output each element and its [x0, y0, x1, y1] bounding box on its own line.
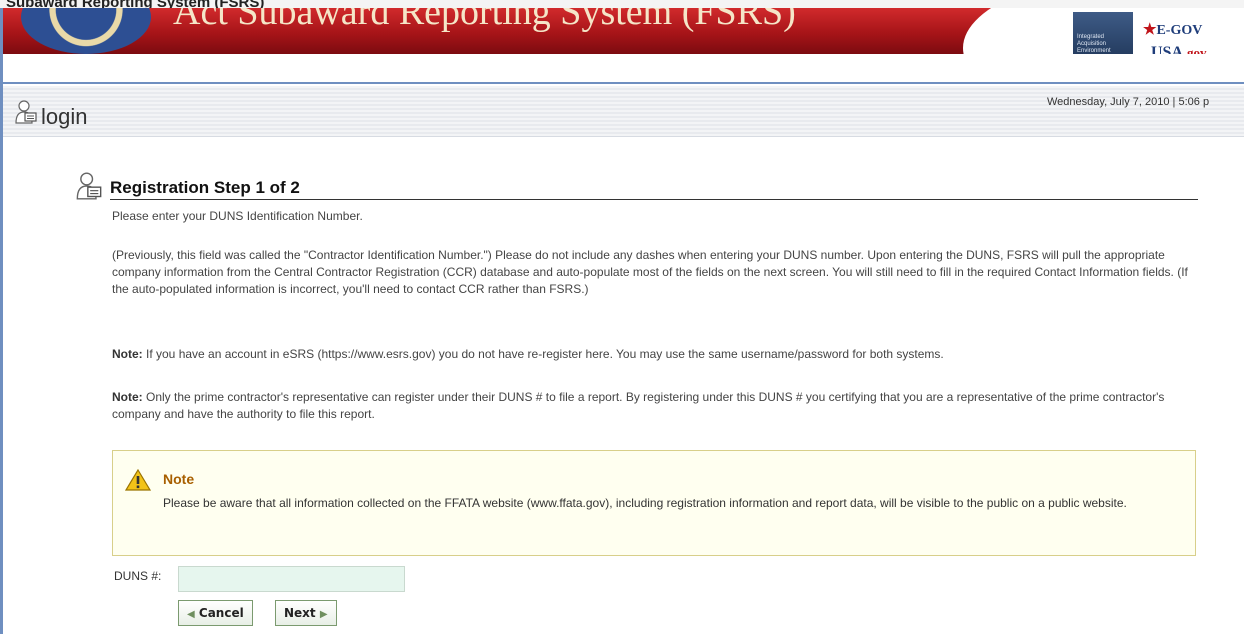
page-title: login — [41, 104, 88, 129]
arrow-right-icon: ▶ — [319, 609, 328, 620]
next-label: Next — [284, 606, 316, 620]
notice-text: Please be aware that all information col… — [163, 496, 1127, 510]
usagov-gov: gov — [1187, 45, 1207, 54]
usagov-main: USA. — [1151, 44, 1188, 54]
next-button[interactable]: Next ▶ — [275, 600, 337, 626]
usagov-logo: USA.gov — [1151, 44, 1207, 54]
iae-logo: Integrated Acquisition Environment — [1073, 12, 1133, 54]
note-prime-text: Only the prime contractor's representati… — [112, 390, 1165, 421]
egov-label: E-GOV — [1156, 23, 1203, 38]
egov-logo: ★E-GOV — [1143, 20, 1202, 39]
date-time: Wednesday, July 7, 2010 | 5:06 p — [1047, 96, 1210, 108]
note-label: Note: — [112, 390, 143, 404]
registration-title: Registration Step 1 of 2 — [110, 178, 300, 197]
warning-icon — [125, 469, 151, 491]
duns-explanation: (Previously, this field was called the "… — [112, 248, 1188, 296]
login-bar: login Wednesday, July 7, 2010 | 5:06 p — [3, 86, 1244, 137]
user-card-icon — [76, 172, 102, 200]
intro-text: Please enter your DUNS Identification Nu… — [112, 209, 363, 223]
public-notice-box: Note Please be aware that all informatio… — [112, 450, 1196, 556]
user-card-icon — [15, 100, 37, 124]
notice-title: Note — [163, 471, 195, 487]
note-esrs-text: If you have an account in eSRS (https://… — [142, 347, 944, 361]
note-prime-contractor: Note: Only the prime contractor's repres… — [112, 389, 1202, 423]
duns-input[interactable] — [178, 566, 405, 592]
cancel-button[interactable]: ◀ Cancel — [178, 600, 253, 626]
title-divider — [110, 199, 1198, 200]
cancel-label: Cancel — [198, 606, 244, 620]
note-esrs: Note: If you have an account in eSRS (ht… — [112, 346, 1202, 363]
agency-seal-icon — [21, 8, 151, 54]
header-band — [3, 54, 1244, 84]
banner-title: Act Subaward Reporting System (FSRS) — [173, 8, 796, 33]
iae-logo-label: Integrated Acquisition Environment — [1077, 34, 1111, 54]
star-icon: ★ — [1143, 22, 1157, 38]
note-label: Note: — [112, 347, 143, 361]
duns-label: DUNS #: — [114, 569, 162, 583]
header-banner: Act Subaward Reporting System (FSRS) Int… — [3, 8, 1244, 54]
arrow-left-icon: ◀ — [187, 609, 195, 620]
main-content: Registration Step 1 of 2 Please enter yo… — [0, 136, 1244, 634]
